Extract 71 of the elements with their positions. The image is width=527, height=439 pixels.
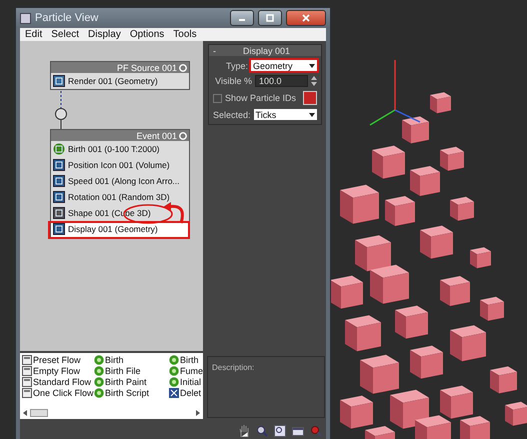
depot-item[interactable]: Birth [169,354,203,365]
maximize-button[interactable] [258,10,282,26]
depot-item[interactable]: Empty Flow [22,365,94,376]
close-icon [302,14,310,22]
depot-item[interactable]: Birth Paint [94,376,169,387]
selected-label: Selected: [213,110,251,120]
selected-dropdown[interactable]: Ticks [254,109,317,120]
close-button[interactable] [286,10,326,26]
operator-label[interactable]: Birth 001 (0-100 T:2000) [68,144,160,154]
scroll-right-icon[interactable] [196,410,200,416]
rotation-operator-icon [53,191,65,203]
operator-label[interactable]: Render 001 (Geometry) [68,76,158,86]
depot-item[interactable]: Fume [169,365,203,376]
scroll-left-icon[interactable] [23,410,27,416]
maximize-icon [266,14,274,22]
depot-item[interactable]: Birth Script [94,387,169,398]
app-icon [20,12,31,24]
caret-icon [309,64,315,68]
window-icon[interactable] [292,425,304,437]
depot-item[interactable]: Preset Flow [22,354,94,365]
caret-icon [309,112,315,116]
zoom-icon[interactable] [256,425,268,437]
wire-connector-drawing [54,91,68,129]
window-title: Particle View [35,12,100,24]
depot-item[interactable]: Delet [169,387,203,398]
visible-label: Visible % [215,76,252,86]
menu-item[interactable]: Tools [173,29,197,40]
depot-item[interactable]: Standard Flow [22,376,94,387]
rollout-title[interactable]: Display 001 [216,46,317,56]
gear-icon [179,132,187,140]
source-node[interactable]: PF Source 001 Render 001 (Geometry) [50,61,190,90]
render-operator-icon [53,75,65,87]
collapse-toggle[interactable]: - [213,46,216,56]
minimize-button[interactable] [230,10,254,26]
menu-item[interactable]: Display [88,29,121,40]
description-label: Description: [211,363,256,372]
depot-item[interactable]: Birth File [94,365,169,376]
operator-label[interactable]: Position Icon 001 (Volume) [68,160,170,170]
operator-label[interactable]: Rotation 001 (Random 3D) [68,192,170,202]
hand-pan-icon[interactable] [238,425,250,437]
menu-item[interactable]: Edit [25,29,42,40]
gear-icon [179,64,187,72]
flow-icon [22,354,32,364]
display-operator-icon [53,223,65,235]
show-ids-label: Show Particle IDs [225,93,296,103]
color-swatch[interactable] [303,91,317,105]
flow-icon [22,376,32,386]
axis-gizmo-drawing [370,60,420,126]
depot-item[interactable]: Birth [94,354,169,365]
flow-icon [22,388,32,398]
scroll-thumb[interactable] [30,408,48,416]
type-dropdown[interactable]: Geometry [251,60,317,71]
visible-spinner[interactable]: 100.0 [255,75,308,87]
speed-operator-icon [53,175,65,187]
flow-icon [22,366,32,376]
spinner-arrows-icon[interactable] [311,76,317,86]
shape-operator-icon [53,207,65,219]
horizontal-scrollbar[interactable] [23,408,200,417]
delete-icon [169,388,179,398]
menu-item[interactable]: Options [130,29,164,40]
type-label: Type: [226,60,248,70]
zoom-region-icon[interactable] [274,425,286,437]
node-title: Event 001 [136,130,177,140]
show-ids-checkbox[interactable] [213,94,222,102]
node-title: PF Source 001 [116,62,177,72]
menu-item[interactable]: Select [51,29,80,40]
birth-operator-icon [53,143,65,155]
operator-label[interactable]: Speed 001 (Along Icon Arro... [68,176,180,186]
depot-item[interactable]: Initial [169,376,203,387]
position-operator-icon [53,159,65,171]
depot-item[interactable]: One Click Flow [22,387,94,398]
